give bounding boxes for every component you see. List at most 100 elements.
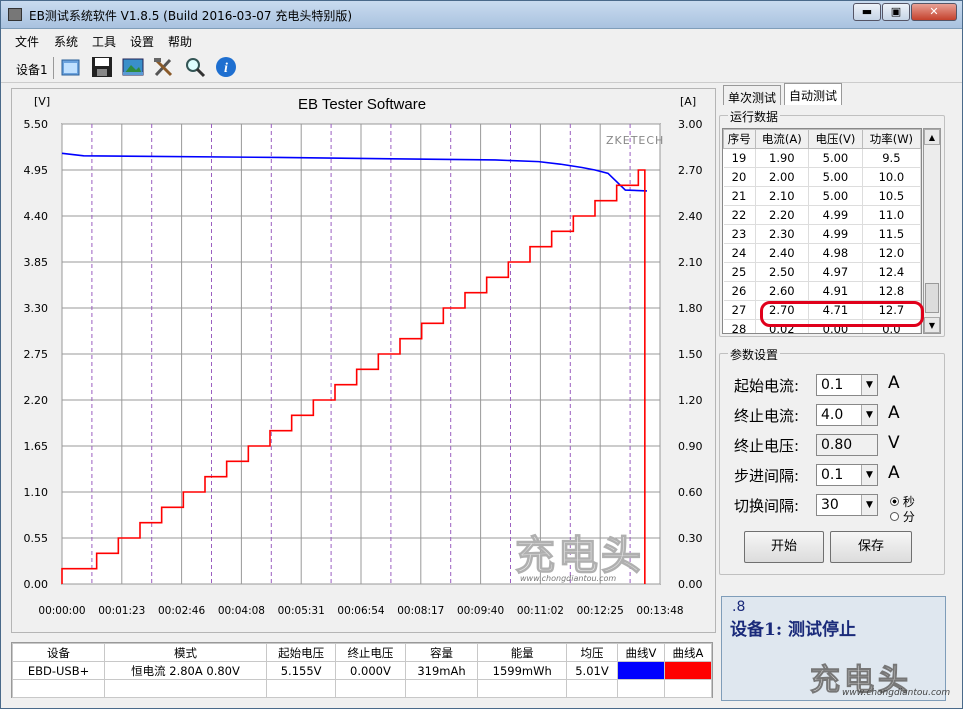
table-row[interactable]: 23 2.30 4.99 11.5 [723, 224, 921, 244]
device-label: 设备1 [16, 63, 48, 77]
run-data-scrollbar[interactable]: ▲ ▼ [923, 128, 941, 334]
run-data-label: 运行数据 [728, 108, 781, 125]
table-cell: 27 [723, 300, 756, 320]
chevron-down-icon[interactable]: ▼ [861, 465, 877, 485]
x-tick-label: 00:11:02 [517, 605, 564, 617]
table-row[interactable]: 22 2.20 4.99 11.0 [723, 205, 921, 225]
param-combo-0[interactable]: 0.1 ▼ [816, 374, 878, 396]
table-cell: 5.00 [808, 186, 863, 206]
app-icon [8, 8, 22, 21]
x-tick-label: 00:05:31 [278, 605, 325, 617]
scroll-down-icon[interactable]: ▼ [924, 317, 940, 333]
run-data-group: 运行数据 序号 电流(A) 电压(V) 功率(W) 19 1.90 5.00 9.5 2… [719, 108, 945, 337]
param-value-4: 30 [821, 497, 839, 513]
right-tick-label: 3.00 [678, 118, 703, 131]
menu-file[interactable]: 文件 [15, 33, 39, 50]
scroll-up-icon[interactable]: ▲ [924, 129, 940, 145]
status-code: .8 [732, 599, 746, 615]
table-row[interactable]: 19 1.90 5.00 9.5 [723, 148, 921, 168]
summary-cell: EBD-USB+ [11, 661, 106, 680]
radio-minutes[interactable]: 分 [890, 508, 915, 525]
image-icon[interactable] [121, 55, 145, 79]
table-row[interactable]: 26 2.60 4.91 12.8 [723, 281, 921, 301]
param-combo-1[interactable]: 4.0 ▼ [816, 404, 878, 426]
brand-url: www.chongdiantou.com [842, 688, 951, 698]
menu-bar: 文件 系统 工具 设置 帮助 [1, 30, 962, 50]
param-value-0: 0.1 [821, 377, 844, 393]
table-cell: 25 [723, 262, 756, 282]
x-tick-label: 00:02:46 [158, 605, 205, 617]
left-tick-label: 2.20 [24, 394, 49, 407]
scroll-thumb[interactable] [925, 283, 939, 313]
summary-cell: 1599mWh [477, 661, 568, 680]
tab-single-test[interactable]: 单次测试 [723, 85, 782, 105]
chevron-down-icon[interactable]: ▼ [861, 495, 877, 515]
x-tick-label: 00:00:00 [38, 605, 85, 617]
open-folder-icon[interactable] [59, 55, 83, 79]
table-cell: 2.50 [755, 262, 810, 282]
x-tick-label: 00:09:40 [457, 605, 504, 617]
param-unit-0: A [888, 373, 900, 393]
table-row[interactable]: 20 2.00 5.00 10.0 [723, 167, 921, 187]
close-button[interactable]: ✕ [911, 3, 957, 21]
right-tick-label: 2.40 [678, 210, 703, 223]
table-row[interactable]: 25 2.50 4.97 12.4 [723, 262, 921, 282]
menu-system[interactable]: 系统 [54, 33, 78, 50]
highlight-ellipse [760, 301, 924, 327]
chevron-down-icon[interactable]: ▼ [861, 405, 877, 425]
param-combo-4[interactable]: 30 ▼ [816, 494, 878, 516]
save-button[interactable]: 保存 [830, 531, 912, 563]
toolbar-separator [53, 57, 54, 79]
table-cell: 26 [723, 281, 756, 301]
left-tick-label: 1.65 [24, 440, 49, 453]
table-cell: 5.00 [808, 167, 863, 187]
toolbar: 设备1 i [1, 51, 962, 83]
status-message: 设备1: 测试停止 [730, 620, 857, 640]
param-label: 参数设置 [728, 346, 781, 363]
table-cell: 11.0 [862, 205, 921, 225]
tab-auto-test[interactable]: 自动测试 [784, 83, 843, 105]
radio-seconds-label: 秒 [902, 495, 915, 509]
summary-header: 曲线V [616, 643, 665, 662]
col-index: 序号 [723, 129, 756, 149]
title-bar: EB测试系统软件 V1.8.5 (Build 2016-03-07 充电头特别版… [1, 1, 962, 29]
table-row[interactable]: 24 2.40 4.98 12.0 [723, 243, 921, 263]
summary-header: 终止电压 [335, 643, 406, 662]
maximize-button[interactable]: ▣ [882, 3, 910, 21]
magnifier-icon[interactable] [183, 55, 207, 79]
status-panel: .8 设备1: 测试停止 充电头 www.chongdiantou.com [721, 596, 950, 701]
voltage-current-chart: EB Tester Software [V] [A] 5.50 3.00 4.95 2.70… [24, 95, 703, 617]
left-tick-label: 2.75 [24, 348, 49, 361]
param-combo-3[interactable]: 0.1 ▼ [816, 464, 878, 486]
right-axis-unit: [A] [680, 95, 696, 108]
table-cell: 4.98 [808, 243, 863, 263]
right-tick-label: 1.50 [678, 348, 703, 361]
right-tick-label: 2.10 [678, 256, 703, 269]
param-label-1: 终止电流: [734, 407, 800, 425]
table-row[interactable]: 21 2.10 5.00 10.5 [723, 186, 921, 206]
right-tick-label: 0.00 [678, 578, 703, 591]
param-value-2: 0.80 [821, 437, 853, 453]
table-cell: 1.90 [755, 148, 810, 168]
save-disk-icon[interactable] [90, 55, 114, 79]
x-tick-label: 00:06:54 [337, 605, 384, 617]
summary-table: 设备 模式 起始电压 终止电压 容量 能量 均压 曲线V 曲线A EBD-USB+ 恒电流 2.8… [11, 642, 713, 698]
chevron-down-icon[interactable]: ▼ [861, 375, 877, 395]
param-unit-1: A [888, 403, 900, 423]
table-cell: 10.0 [862, 167, 921, 187]
menu-tools[interactable]: 工具 [92, 33, 116, 50]
menu-help[interactable]: 帮助 [168, 33, 192, 50]
summary-cell: 5.01V [566, 661, 618, 680]
menu-settings[interactable]: 设置 [130, 33, 154, 50]
chart-panel: EB Tester Software [V] [A] 5.50 3.00 4.95 2.70… [11, 88, 716, 633]
summary-cell: 319mAh [404, 661, 479, 680]
param-combo-2[interactable]: 0.80 [816, 434, 878, 456]
start-button[interactable]: 开始 [744, 531, 824, 563]
tools-icon[interactable] [152, 55, 176, 79]
table-cell: 20 [723, 167, 756, 187]
info-icon[interactable]: i [214, 55, 238, 79]
summary-header: 容量 [404, 643, 479, 662]
app-window: EB测试系统软件 V1.8.5 (Build 2016-03-07 充电头特别版… [0, 0, 963, 709]
minimize-button[interactable]: ▬ [853, 3, 881, 21]
col-voltage: 电压(V) [808, 129, 863, 149]
